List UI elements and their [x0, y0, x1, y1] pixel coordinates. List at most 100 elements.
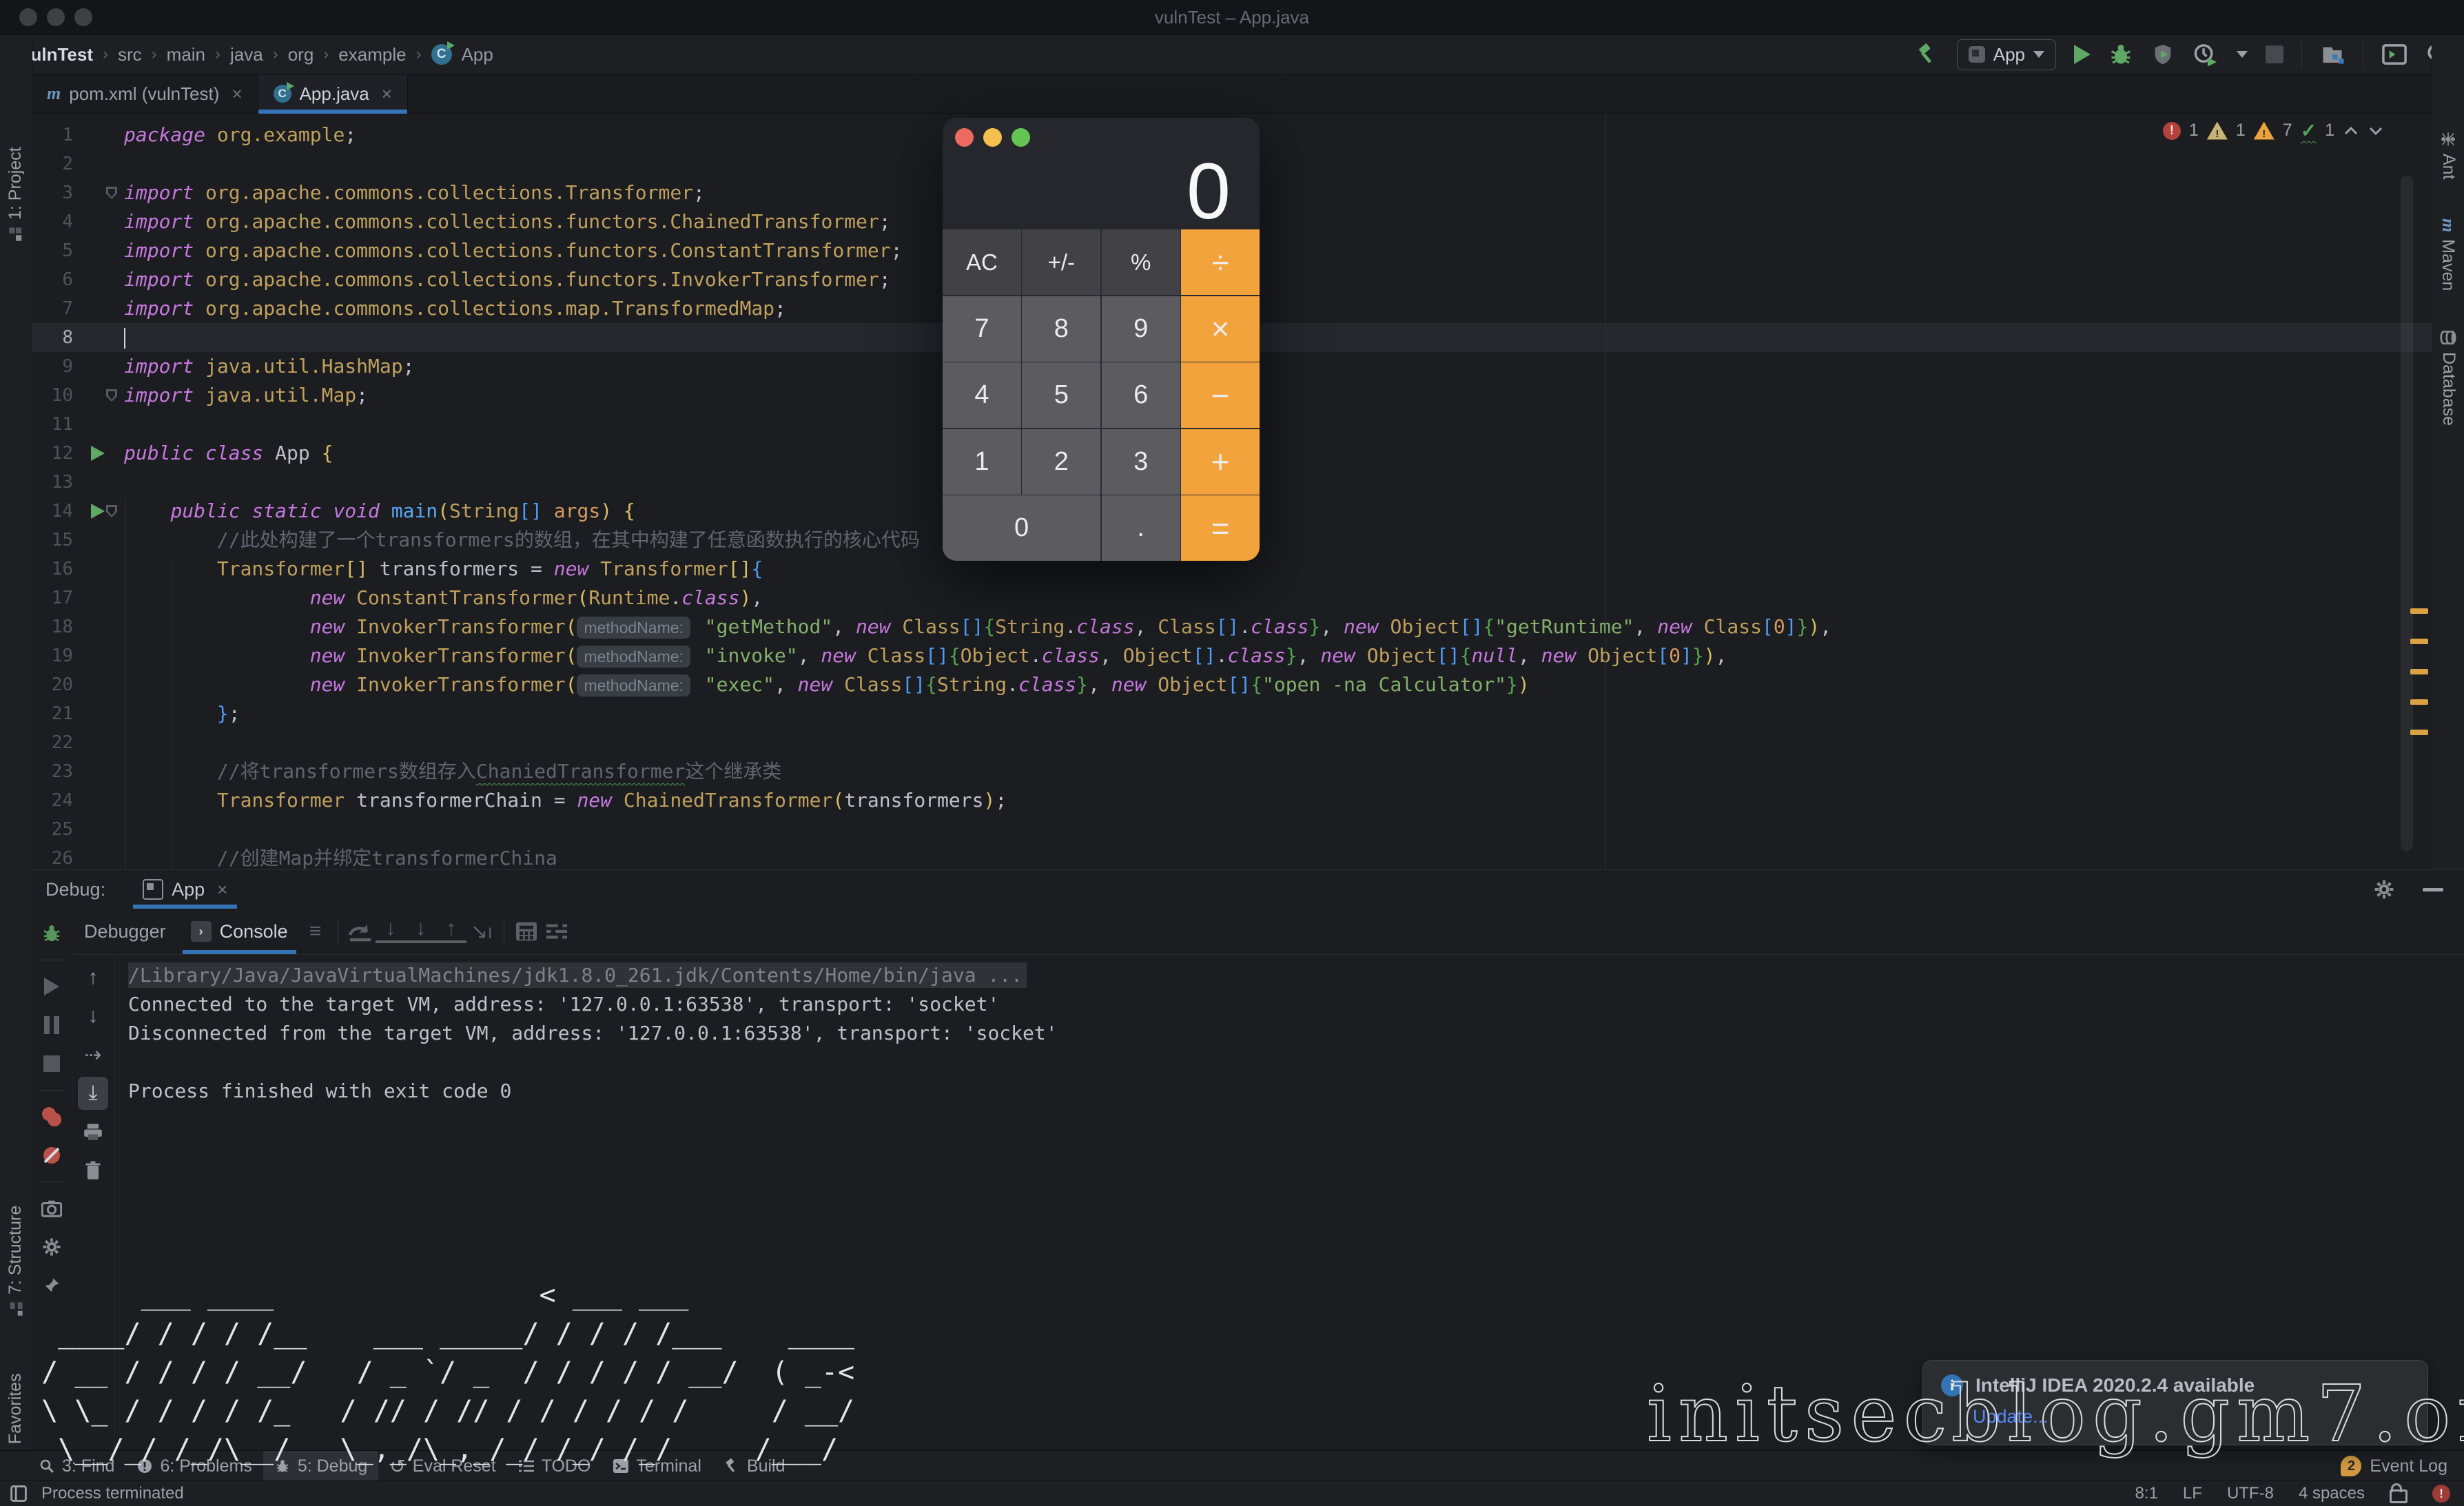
line-number[interactable]: 4: [32, 207, 73, 236]
next-problem-icon[interactable]: [2368, 125, 2384, 136]
debug-session-tab[interactable]: App ×: [133, 870, 237, 909]
toolwindow-switcher-icon[interactable]: [10, 1485, 28, 1503]
calc-key-%[interactable]: %: [1102, 229, 1180, 295]
line-number[interactable]: 25: [32, 815, 73, 844]
calc-key-+/-[interactable]: +/-: [1022, 229, 1100, 295]
calc-key-+[interactable]: +: [1181, 429, 1260, 495]
rerun-debug-icon[interactable]: [37, 914, 67, 953]
thread-dump-camera-icon[interactable]: [37, 1189, 67, 1228]
build-hammer-icon[interactable]: [1916, 43, 1939, 66]
sidebar-item-project[interactable]: 1: Project: [6, 147, 25, 242]
code-line[interactable]: 22: [32, 728, 2432, 757]
calc-key-2[interactable]: 2: [1022, 429, 1100, 495]
calc-key-7[interactable]: 7: [943, 296, 1021, 362]
toolwindow-build[interactable]: Build: [712, 1451, 797, 1481]
calc-key-1[interactable]: 1: [943, 429, 1021, 495]
scroll-to-end-icon[interactable]: ⤓: [78, 1077, 108, 1110]
calc-minimize-icon[interactable]: [983, 128, 1002, 147]
soft-wrap-icon[interactable]: ⇢: [78, 1035, 108, 1074]
line-number[interactable]: 18: [32, 612, 73, 641]
line-separator[interactable]: LF: [2183, 1484, 2202, 1503]
line-number[interactable]: 20: [32, 670, 73, 699]
view-breakpoints-icon[interactable]: [37, 1097, 67, 1136]
line-number[interactable]: 7: [32, 294, 73, 323]
line-number[interactable]: 1: [32, 121, 73, 149]
debug-bug-icon[interactable]: [2108, 42, 2133, 67]
caret-position[interactable]: 8:1: [2135, 1484, 2158, 1503]
calc-key-−[interactable]: −: [1181, 362, 1260, 428]
line-number[interactable]: 23: [32, 757, 73, 786]
project-structure-icon[interactable]: [2320, 42, 2345, 67]
breadcrumb-item-main[interactable]: main: [167, 44, 205, 65]
editor-scrollbar[interactable]: [2401, 176, 2413, 851]
scroll-up-icon[interactable]: ↑: [78, 958, 108, 997]
stripe-warning-mark[interactable]: [2410, 639, 2428, 644]
breadcrumb-item-example[interactable]: example: [338, 44, 406, 65]
tab-pom-xml[interactable]: m pom.xml (vulnTest) ×: [32, 74, 258, 113]
calc-key-.[interactable]: .: [1102, 495, 1180, 561]
code-line[interactable]: 17 new ConstantTransformer(Runtime.class…: [32, 584, 2432, 612]
calc-key-8[interactable]: 8: [1022, 296, 1100, 362]
line-number[interactable]: 19: [32, 641, 73, 670]
scroll-down-icon[interactable]: ↓: [78, 997, 108, 1035]
force-step-into-icon[interactable]: ↓: [406, 920, 436, 943]
code-line[interactable]: 25: [32, 815, 2432, 844]
line-number[interactable]: 24: [32, 786, 73, 815]
restore-layout-icon[interactable]: [542, 921, 572, 942]
breadcrumb-item-src[interactable]: src: [118, 44, 142, 65]
calc-key-9[interactable]: 9: [1102, 296, 1180, 362]
calc-key-AC[interactable]: AC: [943, 229, 1021, 295]
run-with-coverage-icon[interactable]: [2151, 42, 2175, 67]
toolwindow-find[interactable]: 3: Find: [28, 1451, 125, 1481]
settings-gear-icon[interactable]: [2373, 878, 2395, 900]
toolwindow-terminal[interactable]: Terminal: [602, 1451, 712, 1481]
code-line[interactable]: 19 new InvokerTransformer(methodName: "i…: [32, 641, 2432, 670]
line-number[interactable]: 16: [32, 555, 73, 584]
prev-problem-icon[interactable]: [2343, 125, 2359, 136]
sidebar-item-database[interactable]: Database: [2439, 330, 2458, 426]
clear-console-trash-icon[interactable]: [78, 1151, 108, 1190]
tab-debugger[interactable]: Debugger: [72, 909, 178, 954]
fold-region-icon[interactable]: [106, 505, 117, 517]
calc-key-×[interactable]: ×: [1181, 296, 1260, 362]
line-number[interactable]: 17: [32, 584, 73, 612]
stop-button[interactable]: [2266, 45, 2283, 63]
sidebar-item-ant[interactable]: Ant: [2439, 132, 2458, 180]
layout-menu-icon[interactable]: ≡: [300, 920, 331, 943]
calc-key-÷[interactable]: ÷: [1181, 229, 1260, 295]
calc-key-=[interactable]: =: [1181, 495, 1260, 561]
code-line[interactable]: 24 Transformer transformerChain = new Ch…: [32, 786, 2432, 815]
mute-breakpoints-icon[interactable]: [37, 1136, 67, 1175]
pin-tab-icon[interactable]: [37, 1266, 67, 1305]
indent-style[interactable]: 4 spaces: [2299, 1484, 2365, 1503]
line-number[interactable]: 3: [32, 178, 73, 207]
close-tab-icon[interactable]: ×: [232, 83, 242, 105]
calc-key-5[interactable]: 5: [1022, 362, 1100, 428]
run-line-icon[interactable]: [91, 446, 105, 461]
line-number[interactable]: 13: [32, 468, 73, 497]
run-configuration-select[interactable]: App: [1957, 39, 2056, 70]
run-button[interactable]: [2074, 45, 2091, 64]
fatal-error-icon[interactable]: !: [2432, 1485, 2450, 1503]
pause-program-icon[interactable]: [37, 1006, 67, 1044]
stripe-warning-mark[interactable]: [2410, 730, 2428, 735]
calc-key-6[interactable]: 6: [1102, 362, 1180, 428]
code-line[interactable]: 20 new InvokerTransformer(methodName: "e…: [32, 670, 2432, 699]
step-into-icon[interactable]: ↓: [376, 920, 406, 943]
toolwindow-problems[interactable]: 6: Problems: [125, 1451, 263, 1481]
sidebar-item-structure[interactable]: 7: Structure: [6, 1206, 25, 1317]
line-number[interactable]: 12: [32, 439, 73, 468]
run-line-icon[interactable]: [91, 504, 105, 519]
breadcrumb-item-class[interactable]: App: [462, 44, 493, 65]
stripe-warning-mark[interactable]: [2410, 669, 2428, 674]
line-number[interactable]: 15: [32, 526, 73, 555]
code-line[interactable]: 26 //创建Map并绑定transformerChina: [32, 844, 2432, 869]
step-over-icon[interactable]: [345, 921, 376, 942]
breadcrumb-item-org[interactable]: org: [288, 44, 314, 65]
line-number[interactable]: 2: [32, 149, 73, 178]
print-icon[interactable]: [78, 1113, 108, 1151]
code-line[interactable]: 18 new InvokerTransformer(methodName: "g…: [32, 612, 2432, 641]
stop-process-icon[interactable]: [37, 1044, 67, 1083]
debug-settings-gear-icon[interactable]: [37, 1228, 67, 1266]
line-number[interactable]: 14: [32, 497, 73, 526]
